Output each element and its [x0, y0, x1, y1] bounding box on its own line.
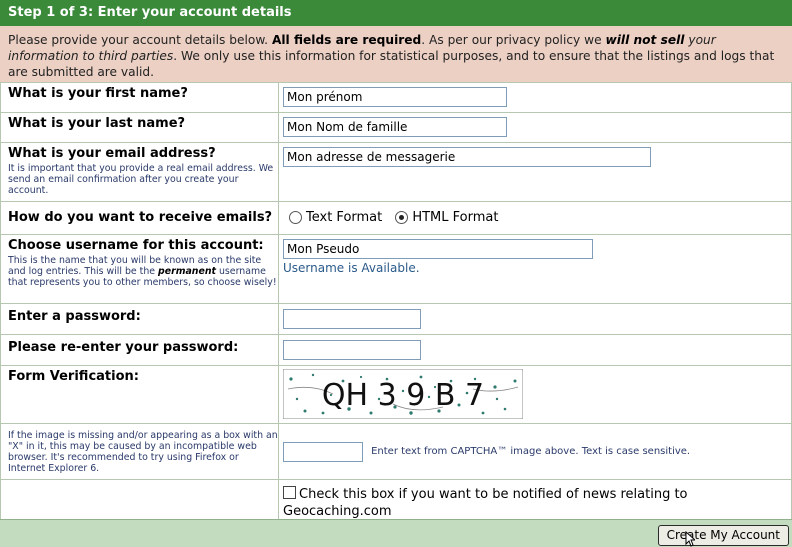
row-first-name: What is your first name?: [0, 82, 792, 113]
row-email: What is your email address? It is import…: [0, 142, 792, 202]
radio-html-format[interactable]: HTML Format: [395, 210, 498, 225]
captcha-input[interactable]: [283, 441, 363, 462]
radio-html-format-circle[interactable]: [395, 210, 409, 224]
username-help-permanent: permanent: [158, 266, 216, 277]
first-name-label: What is your first name?: [8, 86, 188, 101]
intro-part-3: . As per our privacy policy we: [421, 33, 606, 47]
row-verification: Form Verification: QH 3 9 B 7: [0, 365, 792, 424]
account-form: What is your first name? What is your la…: [0, 82, 792, 521]
username-status: Username is Available.: [283, 261, 420, 275]
row-password: Enter a password:: [0, 303, 792, 335]
radio-text-format-circle[interactable]: [289, 210, 302, 224]
mouse-cursor-icon: [685, 531, 695, 547]
password-confirm-label: Please re-enter your password:: [8, 340, 239, 355]
step-header: Step 1 of 3: Enter your account details: [0, 0, 792, 26]
email-help: It is important that you provide a real …: [8, 163, 274, 196]
password-input[interactable]: [283, 309, 421, 329]
row-username: Choose username for this account: This i…: [0, 234, 792, 304]
create-account-button[interactable]: Create My Account: [657, 525, 789, 546]
first-name-input[interactable]: [283, 87, 507, 107]
captcha-instruction: Enter text from CAPTCHA™ image above. Te…: [371, 446, 691, 458]
username-help: This is the name that you will be known …: [8, 255, 278, 288]
verification-label: Form Verification:: [8, 369, 139, 384]
form-footer: Create My Account: [0, 519, 792, 547]
intro-required: All fields are required: [271, 33, 422, 47]
password-label: Enter a password:: [8, 309, 141, 324]
captcha-help: If the image is missing and/or appearing…: [8, 429, 278, 474]
row-email-format: How do you want to receive emails? Text …: [0, 201, 792, 235]
intro-will-not-sell: will not sell: [605, 33, 685, 47]
news-checkbox[interactable]: [283, 486, 296, 499]
password-confirm-input[interactable]: [283, 340, 421, 360]
intro-text: Please provide your account details belo…: [0, 26, 792, 82]
username-input[interactable]: [283, 239, 593, 259]
email-input[interactable]: [283, 147, 651, 167]
email-label: What is your email address?: [8, 146, 216, 161]
last-name-input[interactable]: [283, 117, 507, 137]
text-format-label: Text Format: [306, 209, 383, 225]
news-label: Check this box if you want to be notifie…: [283, 487, 688, 519]
row-news: Check this box if you want to be notifie…: [0, 479, 792, 521]
last-name-label: What is your last name?: [8, 116, 186, 131]
captcha-image: QH 3 9 B 7: [282, 368, 524, 420]
row-verification-input: If the image is missing and/or appearing…: [0, 423, 792, 480]
captcha-text: QH 3 9 B 7: [322, 378, 484, 413]
row-last-name: What is your last name?: [0, 112, 792, 143]
username-label: Choose username for this account:: [8, 238, 264, 253]
row-password-confirm: Please re-enter your password:: [0, 334, 792, 366]
radio-text-format[interactable]: Text Format: [289, 210, 382, 225]
news-option: Check this box if you want to be notifie…: [283, 486, 791, 520]
email-format-label: How do you want to receive emails?: [8, 210, 273, 225]
intro-part-1: Please provide your account details belo…: [8, 33, 272, 47]
html-format-label: HTML Format: [412, 209, 499, 225]
signup-page: Step 1 of 3: Enter your account details …: [0, 0, 792, 547]
